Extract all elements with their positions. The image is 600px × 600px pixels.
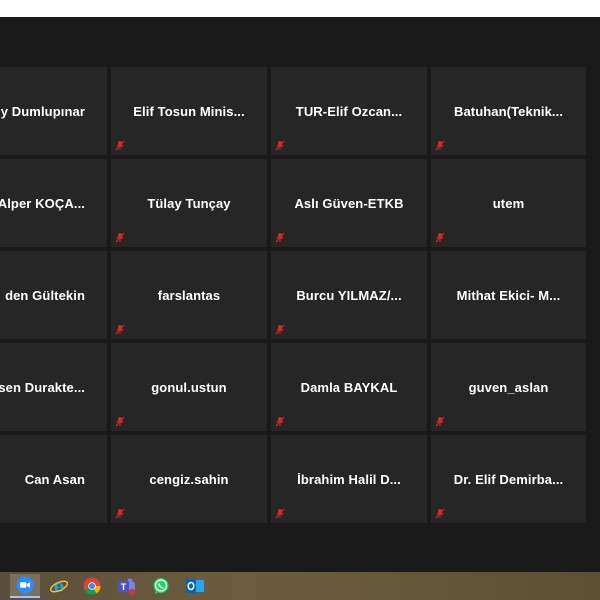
participant-tile[interactable]: Damla BAYKAL bbox=[271, 343, 427, 431]
participant-tile[interactable]: den Gültekin bbox=[0, 251, 107, 339]
participant-name: farslantas bbox=[157, 287, 221, 303]
muted-mic-icon bbox=[115, 232, 125, 243]
muted-mic-icon bbox=[435, 508, 445, 519]
participant-tile[interactable]: utem bbox=[431, 159, 586, 247]
gallery-view: y Dumlupınar Elif Tosun Minis... TUR-Eli… bbox=[0, 67, 600, 527]
participant-tile[interactable]: cengiz.sahin bbox=[111, 435, 267, 523]
participant-tile[interactable]: Batuhan(Teknik... bbox=[431, 67, 586, 155]
participant-name: Can Asan bbox=[24, 471, 85, 487]
muted-mic-icon bbox=[275, 416, 285, 427]
meeting-window: y Dumlupınar Elif Tosun Minis... TUR-Eli… bbox=[0, 17, 600, 572]
muted-mic-icon bbox=[435, 416, 445, 427]
participant-name: Damla BAYKAL bbox=[300, 379, 398, 395]
internet-explorer-icon: e bbox=[49, 577, 69, 596]
participant-name: y Dumlupınar bbox=[0, 103, 85, 119]
participant-tile[interactable]: Tülay Tunçay bbox=[111, 159, 267, 247]
participant-name: den Gültekin bbox=[5, 287, 85, 303]
participant-name: Alper KOÇA... bbox=[0, 195, 85, 211]
participant-name: Burcu YILMAZ/... bbox=[296, 287, 402, 303]
participant-tile[interactable]: Burcu YILMAZ/... bbox=[271, 251, 427, 339]
chrome-icon bbox=[83, 577, 101, 595]
muted-mic-icon bbox=[115, 140, 125, 151]
participant-name: Batuhan(Teknik... bbox=[453, 103, 564, 119]
participant-tile[interactable]: Dr. Elif Demirba... bbox=[431, 435, 586, 523]
taskbar-chrome-button[interactable] bbox=[80, 574, 104, 598]
participant-name: Mithat Ekici- M... bbox=[456, 287, 561, 303]
taskbar-zoom-button[interactable] bbox=[10, 574, 40, 598]
participant-tile[interactable]: guven_aslan bbox=[431, 343, 586, 431]
taskbar-ie-button[interactable]: e bbox=[47, 574, 71, 598]
participant-name: Dr. Elif Demirba... bbox=[453, 471, 564, 487]
teams-icon: T bbox=[118, 578, 136, 596]
muted-mic-icon bbox=[115, 324, 125, 335]
muted-mic-icon bbox=[275, 140, 285, 151]
participant-tile[interactable]: y Dumlupınar bbox=[0, 67, 107, 155]
participant-tile[interactable]: İbrahim Halil D... bbox=[271, 435, 427, 523]
muted-mic-icon bbox=[275, 232, 285, 243]
participant-name: cengiz.sahin bbox=[149, 471, 229, 487]
zoom-icon bbox=[16, 576, 34, 594]
window-top-strip bbox=[0, 0, 600, 17]
participant-name: İbrahim Halil D... bbox=[297, 471, 401, 487]
window-top-edge bbox=[587, 0, 600, 17]
muted-mic-icon bbox=[435, 140, 445, 151]
taskbar-teams-button[interactable]: T bbox=[114, 574, 138, 598]
taskbar-outlook-button[interactable] bbox=[183, 574, 207, 598]
participant-name: Tülay Tunçay bbox=[147, 195, 231, 211]
participant-name: guven_aslan bbox=[468, 379, 549, 395]
taskbar-whatsapp-button[interactable] bbox=[149, 574, 173, 598]
participant-tile[interactable]: Alper KOÇA... bbox=[0, 159, 107, 247]
participant-tile[interactable]: Can Asan bbox=[0, 435, 107, 523]
participant-tile[interactable]: gonul.ustun bbox=[111, 343, 267, 431]
participant-tile[interactable]: farslantas bbox=[111, 251, 267, 339]
muted-mic-icon bbox=[115, 416, 125, 427]
meeting-header-area bbox=[0, 17, 600, 67]
participant-name: utem bbox=[492, 195, 525, 211]
participant-name: sen Durakte... bbox=[0, 379, 85, 395]
muted-mic-icon bbox=[115, 508, 125, 519]
participant-tile[interactable]: TUR-Elif Ozcan... bbox=[271, 67, 427, 155]
participant-name: TUR-Elif Ozcan... bbox=[295, 103, 403, 119]
muted-mic-icon bbox=[435, 232, 445, 243]
participant-tile[interactable]: Elif Tosun Minis... bbox=[111, 67, 267, 155]
outlook-icon bbox=[186, 579, 204, 593]
participant-tile[interactable]: Mithat Ekici- M... bbox=[431, 251, 586, 339]
windows-taskbar: e T bbox=[0, 572, 600, 600]
whatsapp-icon bbox=[153, 578, 169, 594]
participant-name: gonul.ustun bbox=[151, 379, 227, 395]
participant-tile[interactable]: sen Durakte... bbox=[0, 343, 107, 431]
participant-tile[interactable]: Aslı Güven-ETKB bbox=[271, 159, 427, 247]
svg-text:T: T bbox=[121, 582, 127, 592]
muted-mic-icon bbox=[275, 324, 285, 335]
participant-name: Aslı Güven-ETKB bbox=[294, 195, 404, 211]
participant-name: Elif Tosun Minis... bbox=[133, 103, 245, 119]
svg-text:e: e bbox=[54, 577, 65, 596]
muted-mic-icon bbox=[275, 508, 285, 519]
